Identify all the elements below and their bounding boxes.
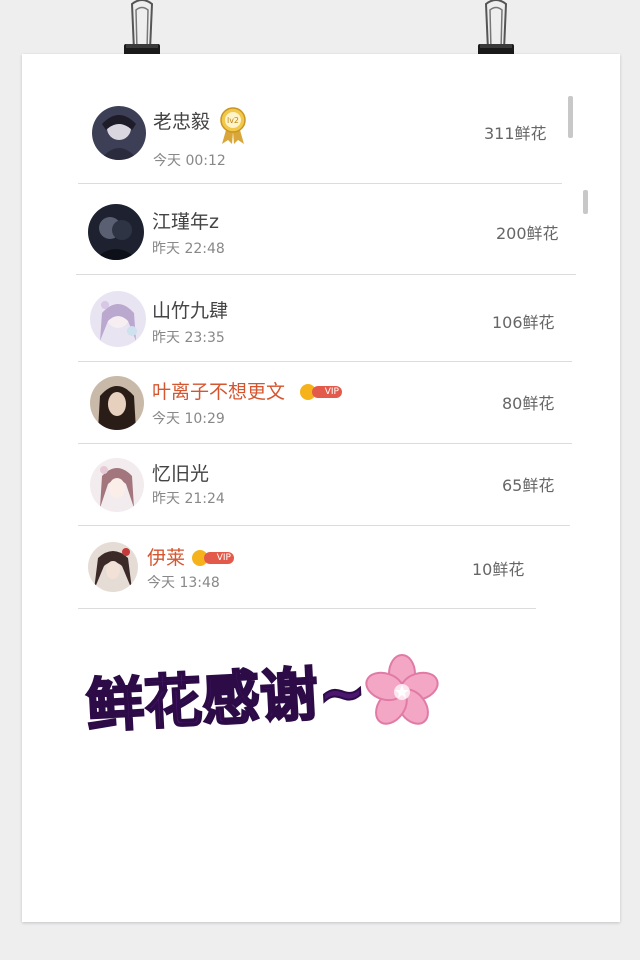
- thanks-banner: 鲜花感谢~ 鲜花感谢~: [77, 651, 439, 747]
- avatar[interactable]: [90, 376, 144, 430]
- vip-badge: VIP: [300, 384, 344, 400]
- user-name[interactable]: 伊莱: [147, 546, 185, 570]
- flower-count: 65鲜花: [502, 476, 555, 495]
- user-name[interactable]: 山竹九肆: [152, 299, 228, 323]
- gift-time: 昨天 22:48: [152, 241, 225, 257]
- list-item[interactable]: 老忠毅 lv2 今天 00:12 311鲜花: [78, 94, 562, 184]
- list-item[interactable]: 伊莱 VIP 今天 13:48 10鲜花: [78, 526, 536, 609]
- gift-time: 昨天 23:35: [152, 330, 225, 346]
- gift-time: 今天 10:29: [152, 411, 225, 427]
- scrollbar-thumb[interactable]: [583, 190, 588, 214]
- vip-label: VIP: [312, 386, 342, 398]
- row-divider: [78, 608, 536, 609]
- banner-text: 鲜花感谢~: [84, 658, 368, 741]
- avatar[interactable]: [92, 106, 146, 160]
- user-name[interactable]: 叶离子不想更文: [152, 380, 285, 404]
- list-item[interactable]: 叶离子不想更文 VIP 今天 10:29 80鲜花: [78, 362, 572, 444]
- flower-count: 200鲜花: [496, 224, 559, 243]
- vip-badge: VIP: [192, 550, 236, 566]
- flower-count: 80鲜花: [502, 394, 555, 413]
- flower-ranking-card: 老忠毅 lv2 今天 00:12 311鲜花 江瑾年z 昨天 22:48 200…: [22, 54, 620, 922]
- flower-count: 311鲜花: [484, 124, 547, 143]
- avatar[interactable]: [90, 458, 144, 512]
- list-item[interactable]: 忆旧光 昨天 21:24 65鲜花: [78, 444, 570, 526]
- gift-time: 今天 13:48: [147, 575, 220, 591]
- gift-time: 昨天 21:24: [152, 491, 225, 507]
- scrollbar-thumb[interactable]: [568, 96, 573, 138]
- row-divider: [78, 183, 562, 184]
- vip-label: VIP: [204, 552, 234, 564]
- avatar[interactable]: [88, 204, 144, 260]
- gift-time: 今天 00:12: [153, 153, 226, 169]
- user-name[interactable]: 江瑾年z: [152, 210, 219, 234]
- flower-count: 10鲜花: [472, 560, 525, 579]
- avatar[interactable]: [90, 291, 146, 347]
- list-item[interactable]: 江瑾年z 昨天 22:48 200鲜花: [76, 190, 576, 275]
- list-item[interactable]: 山竹九肆 昨天 23:35 106鲜花: [78, 275, 572, 362]
- flower-count: 106鲜花: [492, 313, 555, 332]
- level-medal-icon: lv2: [220, 107, 246, 144]
- user-name[interactable]: 老忠毅: [153, 110, 210, 134]
- avatar[interactable]: [88, 542, 138, 592]
- sakura-icon: [365, 654, 439, 725]
- level-badge-label: lv2: [227, 116, 239, 125]
- user-name[interactable]: 忆旧光: [152, 462, 209, 486]
